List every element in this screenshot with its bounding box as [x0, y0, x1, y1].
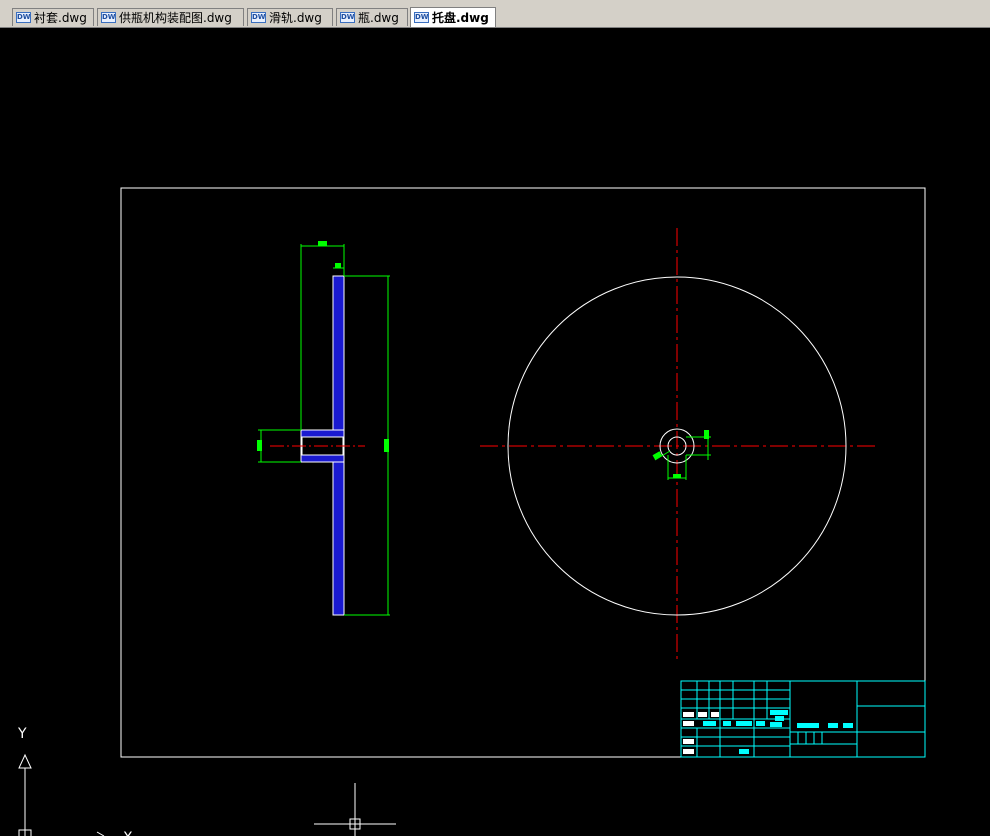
crosshair-cursor: [314, 783, 396, 836]
front-view: [480, 228, 875, 662]
dwg-file-icon: DWG: [101, 12, 116, 23]
dim-text-plate-thickness: [335, 263, 341, 268]
dwg-file-icon: DWG: [251, 12, 266, 23]
title-block-text-mark: [775, 716, 784, 721]
title-block-text-mark: [828, 723, 838, 728]
title-block-text-mark: [739, 749, 749, 754]
dim-text-plate-diameter: [384, 439, 389, 452]
tab-huagui[interactable]: DWG 滑轨.dwg: [247, 8, 333, 26]
tab-chentao[interactable]: DWG 衬套.dwg: [12, 8, 94, 26]
tab-gongping-assembly[interactable]: DWG 供瓶机构装配图.dwg: [97, 8, 244, 26]
title-block-text-mark: [698, 712, 707, 717]
title-block: [680, 680, 926, 758]
tab-label: 衬套.dwg: [34, 11, 87, 25]
tab-ping[interactable]: DWG 瓶.dwg: [336, 8, 408, 26]
title-block-text-mark: [797, 723, 819, 728]
tab-tuopan[interactable]: DWG 托盘.dwg: [410, 7, 496, 27]
dwg-file-icon: DWG: [16, 12, 31, 23]
title-block-text-mark: [711, 712, 719, 717]
ucs-y-label: Y: [17, 726, 27, 742]
title-block-text-mark: [683, 721, 694, 726]
side-dimensions: [257, 241, 390, 616]
tab-label: 托盘.dwg: [432, 11, 489, 25]
ucs-x-arrow: [96, 831, 105, 836]
title-block-text-mark: [683, 739, 694, 744]
dim-text-bore: [673, 474, 681, 478]
side-section-view: [270, 275, 365, 616]
dim-text-hub-diameter: [257, 440, 262, 451]
title-block-text-mark: [723, 721, 731, 726]
tab-label: 供瓶机构装配图.dwg: [119, 11, 232, 25]
title-block-text-mark: [770, 710, 788, 715]
dim-text-hub-length: [318, 241, 327, 246]
title-block-text-mark: [756, 721, 765, 726]
dwg-file-icon: DWG: [340, 12, 355, 23]
ucs-y-arrow: [18, 753, 32, 769]
dwg-file-icon: DWG: [414, 12, 429, 23]
dim-text-hub: [704, 430, 709, 439]
ucs-x-label: X: [123, 830, 133, 836]
drawing-canvas[interactable]: Y X: [0, 28, 990, 836]
ucs-icon: [18, 753, 105, 836]
tab-label: 滑轨.dwg: [269, 11, 322, 25]
title-block-text-mark: [770, 722, 782, 727]
tab-label: 瓶.dwg: [358, 11, 399, 25]
drawing-border: [120, 187, 926, 758]
title-block-text-mark: [683, 749, 694, 754]
title-block-text-mark: [703, 721, 716, 726]
title-block-text-mark: [736, 721, 752, 726]
title-block-text-mark: [843, 723, 853, 728]
title-block-text-mark: [683, 712, 694, 717]
document-tab-bar: DWG 衬套.dwg DWG 供瓶机构装配图.dwg DWG 滑轨.dwg DW…: [0, 6, 990, 28]
